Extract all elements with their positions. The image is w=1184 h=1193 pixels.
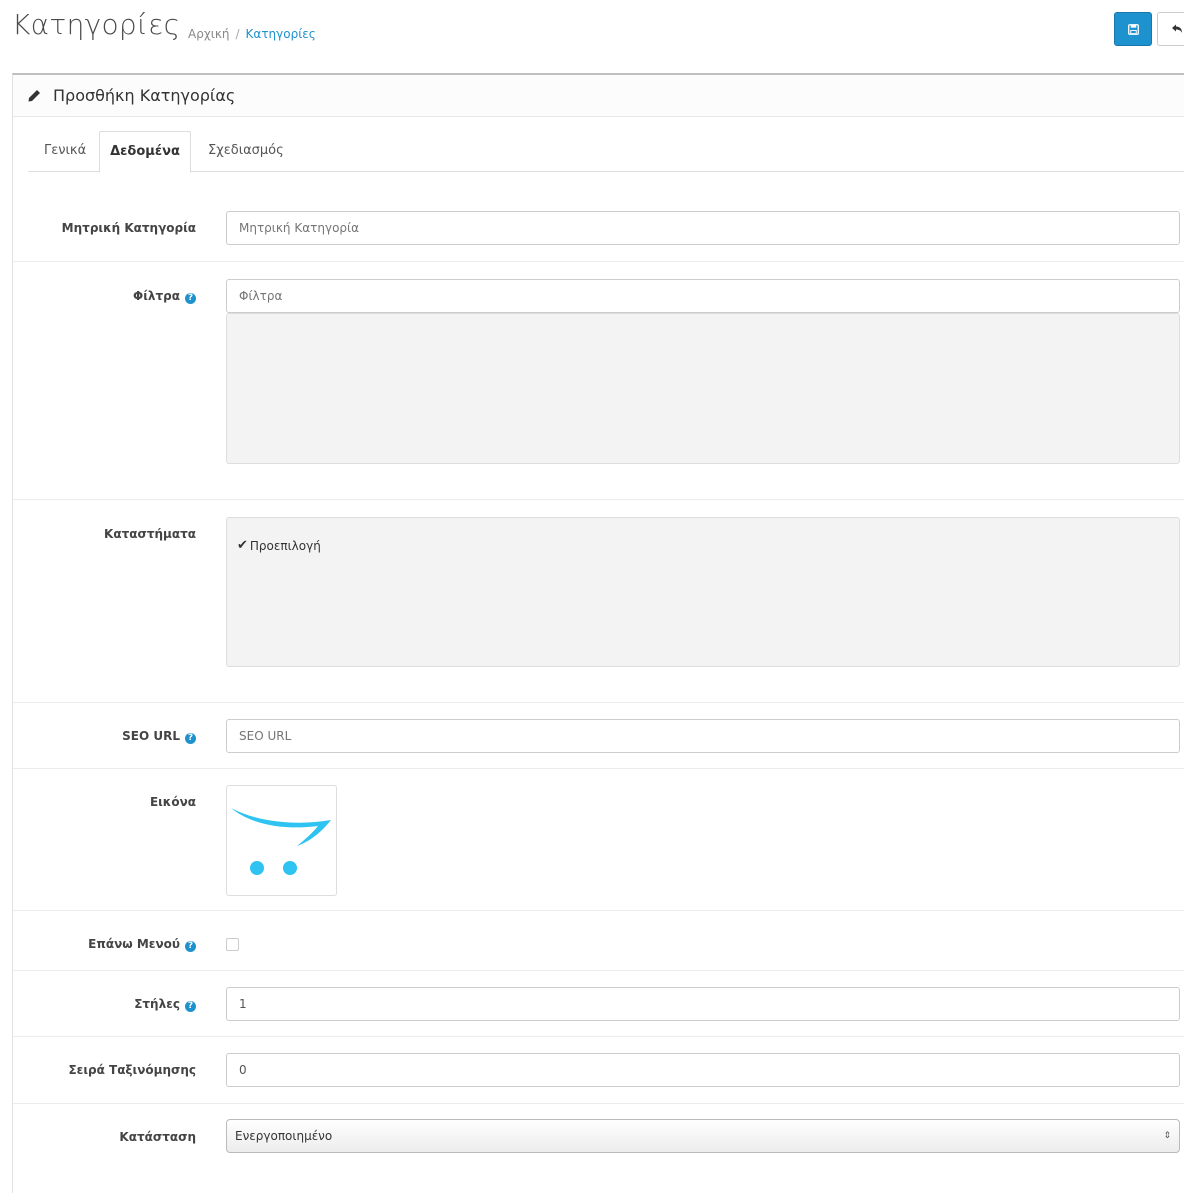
parent-category-input[interactable] xyxy=(226,211,1180,245)
image-thumbnail[interactable] xyxy=(226,785,337,896)
form-row-filters: Φίλτρα? xyxy=(13,261,1184,499)
stores-list: ✔ Προεπιλογή xyxy=(226,517,1180,667)
tab-design[interactable]: Σχεδιασμός xyxy=(192,131,300,172)
status-label: Κατάσταση xyxy=(119,1130,196,1144)
page-header: Κατηγορίες Αρχική / Κατηγορίες xyxy=(0,0,1184,60)
filters-list xyxy=(226,313,1180,464)
opencart-cart-logo xyxy=(231,808,331,875)
top-menu-checkbox[interactable] xyxy=(226,938,239,951)
sort-order-label: Σειρά Ταξινόμησης xyxy=(68,1063,196,1077)
parent-category-label: Μητρική Κατηγορία xyxy=(61,221,196,235)
status-selected-value: Ενεργοποιημένο xyxy=(235,1129,333,1143)
sort-order-input[interactable]: 0 xyxy=(226,1053,1180,1087)
save-button[interactable] xyxy=(1114,12,1152,46)
select-arrows-icon: ⇕ xyxy=(1163,1131,1171,1141)
stores-label: Καταστήματα xyxy=(104,527,196,541)
pencil-icon xyxy=(27,89,41,103)
seo-url-input[interactable] xyxy=(226,719,1180,753)
breadcrumb-separator: / xyxy=(235,27,240,41)
form-row-columns: Στήλες? 1 xyxy=(13,970,1184,1036)
help-icon: ? xyxy=(185,941,196,952)
image-label: Εικόνα xyxy=(149,795,196,809)
tab-general[interactable]: Γενικά xyxy=(28,131,102,172)
reply-arrow-icon xyxy=(1172,24,1182,33)
seo-url-label: SEO URL? xyxy=(122,729,196,744)
form-row-sort-order: Σειρά Ταξινόμησης 0 xyxy=(13,1036,1184,1103)
filters-label: Φίλτρα? xyxy=(133,289,196,304)
help-icon: ? xyxy=(185,1001,196,1012)
top-menu-label: Επάνω Μενού? xyxy=(88,937,196,952)
form-row-parent: Μητρική Κατηγορία xyxy=(13,195,1184,261)
breadcrumb-categories-link[interactable]: Κατηγορίες xyxy=(246,27,316,41)
tab-bar: Γενικά Δεδομένα Σχεδιασμός xyxy=(28,131,1184,173)
form-row-image: Εικόνα xyxy=(13,768,1184,910)
back-button[interactable] xyxy=(1157,12,1184,46)
help-icon: ? xyxy=(185,733,196,744)
tab-data[interactable]: Δεδομένα xyxy=(99,131,191,173)
store-default-option[interactable]: ✔ Προεπιλογή xyxy=(237,538,321,553)
status-select[interactable]: Ενεργοποιημένο ⇕ xyxy=(226,1119,1180,1153)
form-row-status: Κατάσταση Ενεργοποιημένο ⇕ xyxy=(13,1103,1184,1173)
form-row-top-menu: Επάνω Μενού? xyxy=(13,910,1184,970)
checkmark-icon: ✔ xyxy=(237,538,248,553)
form-row-stores: Καταστήματα ✔ Προεπιλογή xyxy=(13,499,1184,702)
columns-input[interactable]: 1 xyxy=(226,987,1180,1021)
help-icon: ? xyxy=(185,293,196,304)
breadcrumb-home-link[interactable]: Αρχική xyxy=(188,27,230,41)
filters-input[interactable] xyxy=(226,279,1180,313)
columns-label: Στήλες? xyxy=(134,997,196,1012)
floppy-disk-icon xyxy=(1127,23,1139,35)
category-panel: Προσθήκη Κατηγορίας Γενικά Δεδομένα Σχεδ… xyxy=(12,73,1184,1193)
panel-heading: Προσθήκη Κατηγορίας xyxy=(13,75,1184,117)
store-default-label: Προεπιλογή xyxy=(249,538,321,553)
page-title: Κατηγορίες xyxy=(12,8,181,41)
breadcrumb: Αρχική / Κατηγορίες xyxy=(188,27,316,41)
panel-heading-title: Προσθήκη Κατηγορίας xyxy=(53,86,236,105)
form-row-seo-url: SEO URL? xyxy=(13,702,1184,768)
